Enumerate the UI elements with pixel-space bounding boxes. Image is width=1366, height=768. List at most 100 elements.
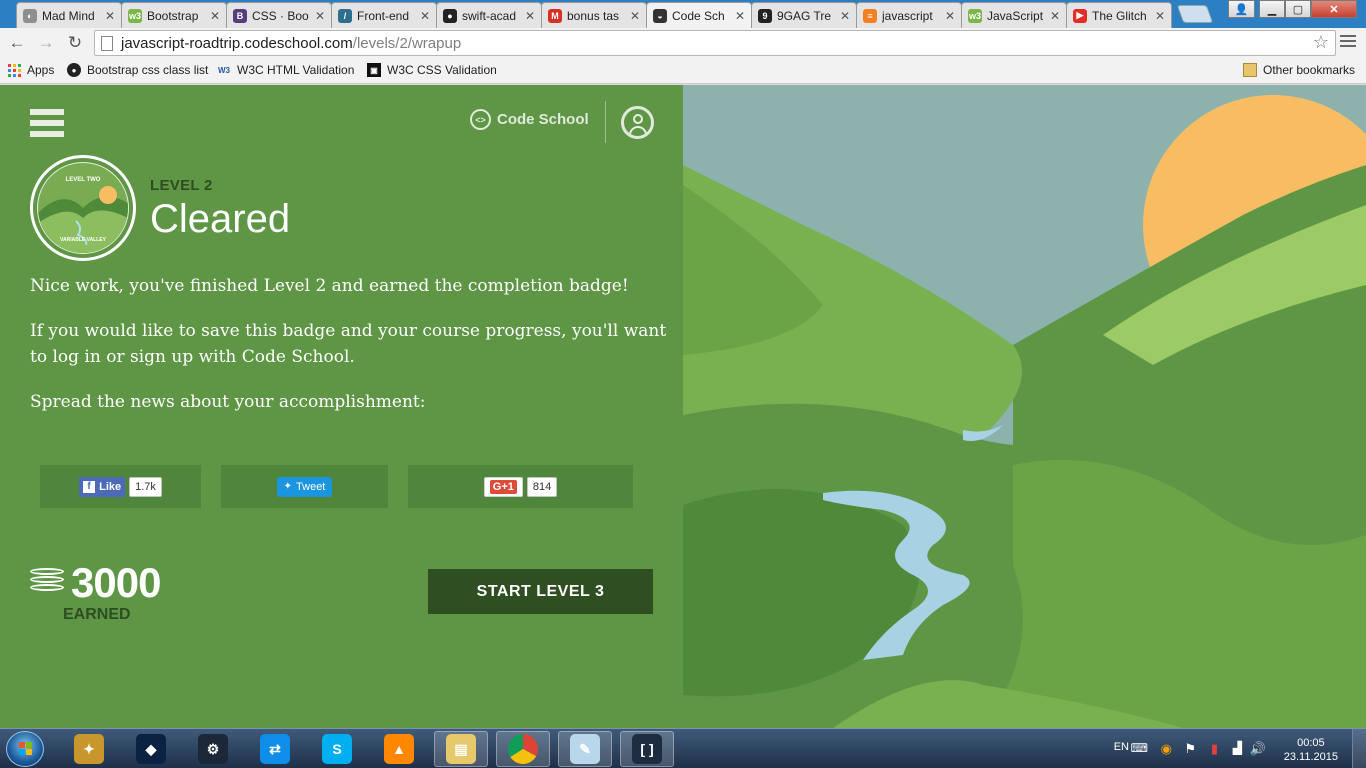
browser-tab[interactable]: w3 JavaScript ✕ [961,2,1067,28]
facebook-like-label: Like [99,480,122,493]
back-button[interactable]: ← [6,32,28,54]
app-icon [508,734,538,764]
browser-tab[interactable]: / Front-end ✕ [331,2,437,28]
page-icon [101,35,113,51]
bookmarks-bar: Apps ● Bootstrap css class list W3 W3C H… [0,58,1366,84]
app-icon: ⚙ [198,734,228,764]
taskbar-app-google-chrome[interactable] [496,731,550,767]
forward-button[interactable]: → [35,32,57,54]
taskbar-app-vlc-media-player[interactable]: ▲ [372,731,426,767]
points-earned-value: 3000 [71,559,161,606]
level-badge: LEVEL TWO VARIABLE VALLEY [30,155,136,261]
wrapup-panel: <> Code School LEVEL TWO VARIABLE VALLEY… [0,85,683,728]
taskbar-app-steam[interactable]: ⚙ [186,731,240,767]
header-divider [605,101,606,143]
tab-close-icon[interactable]: ✕ [1155,9,1165,23]
browser-tab[interactable]: ◐ Mad Mind ✕ [16,2,122,28]
tab-title: Front-end [357,8,410,23]
gplus-button[interactable]: G+1 814 [483,476,558,497]
keyboard-icon[interactable]: ⌨ [1131,741,1148,755]
browser-tab[interactable]: B CSS · Boo ✕ [226,2,332,28]
user-account-icon[interactable] [621,106,654,139]
tab-close-icon[interactable]: ✕ [315,9,325,23]
bookmark-w3c-css[interactable]: ▣ W3C CSS Validation [367,63,497,77]
facebook-like-button[interactable]: f Like 1.7k [79,476,162,497]
tab-title: The Glitch [1092,8,1147,23]
code-school-logo[interactable]: <> Code School [470,109,589,130]
tab-close-icon[interactable]: ✕ [630,9,640,23]
tab-title: javascript [882,8,933,23]
taskbar-app-teamviewer[interactable]: ⇄ [248,731,302,767]
maximize-button[interactable]: ▢ [1285,0,1311,18]
code-brackets-icon: <> [470,109,491,130]
bookmark-label: W3C HTML Validation [237,63,355,77]
bookmark-label: W3C CSS Validation [387,63,497,77]
action-center-flag-icon[interactable]: ⚑ [1184,741,1196,757]
tab-favicon-icon: ▶ [1073,8,1087,23]
volume-icon[interactable]: 🔊 [1250,741,1266,757]
hamburger-menu-icon[interactable] [30,109,64,142]
tab-close-icon[interactable]: ✕ [1050,9,1060,23]
app-icon: ▤ [446,734,476,764]
tab-favicon-icon: w3 [128,8,142,23]
close-window-button[interactable]: ✕ [1311,0,1357,18]
facebook-icon: f [83,480,96,493]
taskbar-app-brackets[interactable]: [ ] [620,731,674,767]
app-icon: [ ] [632,734,662,764]
tab-favicon-icon: ◐ [23,8,37,23]
tab-title: bonus tas [567,8,620,23]
new-tab-button[interactable] [1176,5,1214,23]
browser-tab[interactable]: ● swift-acad ✕ [436,2,542,28]
other-bookmarks-label: Other bookmarks [1263,63,1356,77]
tab-title: 9GAG Tre [777,8,832,23]
tab-close-icon[interactable]: ✕ [210,9,220,23]
tab-strip: ◐ Mad Mind ✕ w3 Bootstrap ✕ B CSS · Boo ✕ / Front-… [0,0,1366,28]
address-bar[interactable]: javascript-roadtrip.codeschool.com/level… [94,30,1336,56]
browser-tab[interactable]: 9 9GAG Tre ✕ [751,2,857,28]
network-signal-icon[interactable]: ▟ [1233,741,1242,755]
tab-close-icon[interactable]: ✕ [735,9,745,23]
reload-button[interactable]: ↻ [64,32,86,54]
browser-tab[interactable]: ◒ Code Sch ✕ [646,2,752,28]
browser-tab[interactable]: Mbonus tas ✕ [541,2,647,28]
bookmark-bootstrap-css[interactable]: ● Bootstrap css class list [67,63,208,77]
start-next-level-button[interactable]: START LEVEL 3 [428,569,653,614]
chrome-menu-button[interactable] [1340,35,1356,50]
browser-tab[interactable]: ≡ javascript ✕ [856,2,962,28]
user-profile-button[interactable]: 👤 [1228,0,1255,18]
signup-message: If you would like to save this badge and… [30,321,667,367]
tab-favicon-icon: 9 [758,8,772,23]
valley-illustration [683,85,1366,728]
language-indicator[interactable]: EN [1114,741,1129,753]
bookmark-w3c-html[interactable]: W3 W3C HTML Validation [217,63,354,77]
start-button[interactable] [6,731,44,767]
tab-close-icon[interactable]: ✕ [420,9,430,23]
bookmark-apps[interactable]: Apps [7,63,54,77]
tab-favicon-icon: ● [443,8,457,23]
gplus-label: G+1 [489,479,517,494]
taskbar-app-skype[interactable]: S [310,731,364,767]
taskbar-app-windows-explorer[interactable]: ▤ [434,731,488,767]
tweet-button[interactable]: ✦ Tweet [276,476,333,497]
bookmark-star-icon[interactable]: ☆ [1313,32,1329,53]
clock-time: 00:05 [1297,737,1325,749]
show-desktop-button[interactable] [1352,729,1366,768]
facebook-like-count: 1.7k [129,476,162,497]
taskbar-app-hearthstone[interactable]: ✦ [62,731,116,767]
browser-tab[interactable]: ▶ The Glitch ✕ [1066,2,1172,28]
browser-tab[interactable]: w3 Bootstrap ✕ [121,2,227,28]
tab-close-icon[interactable]: ✕ [105,9,115,23]
badge-top-text: LEVEL TWO [65,177,101,183]
share-prompt: Spread the news about your accomplishmen… [30,392,426,412]
other-bookmarks[interactable]: Other bookmarks [1243,63,1355,77]
system-clock[interactable]: 00:05 23.11.2015 г. [1284,736,1338,768]
taskbar-app-battle-net[interactable]: ◆ [124,731,178,767]
tab-close-icon[interactable]: ✕ [945,9,955,23]
avast-icon[interactable]: ◉ [1161,741,1172,757]
tab-title: Mad Mind [42,8,95,23]
taskbar-app-notepad[interactable]: ✎ [558,731,612,767]
tab-close-icon[interactable]: ✕ [525,9,535,23]
battery-warning-icon[interactable]: ▮ [1211,741,1218,757]
minimize-button[interactable]: ▁ [1259,0,1285,18]
tab-close-icon[interactable]: ✕ [840,9,850,23]
